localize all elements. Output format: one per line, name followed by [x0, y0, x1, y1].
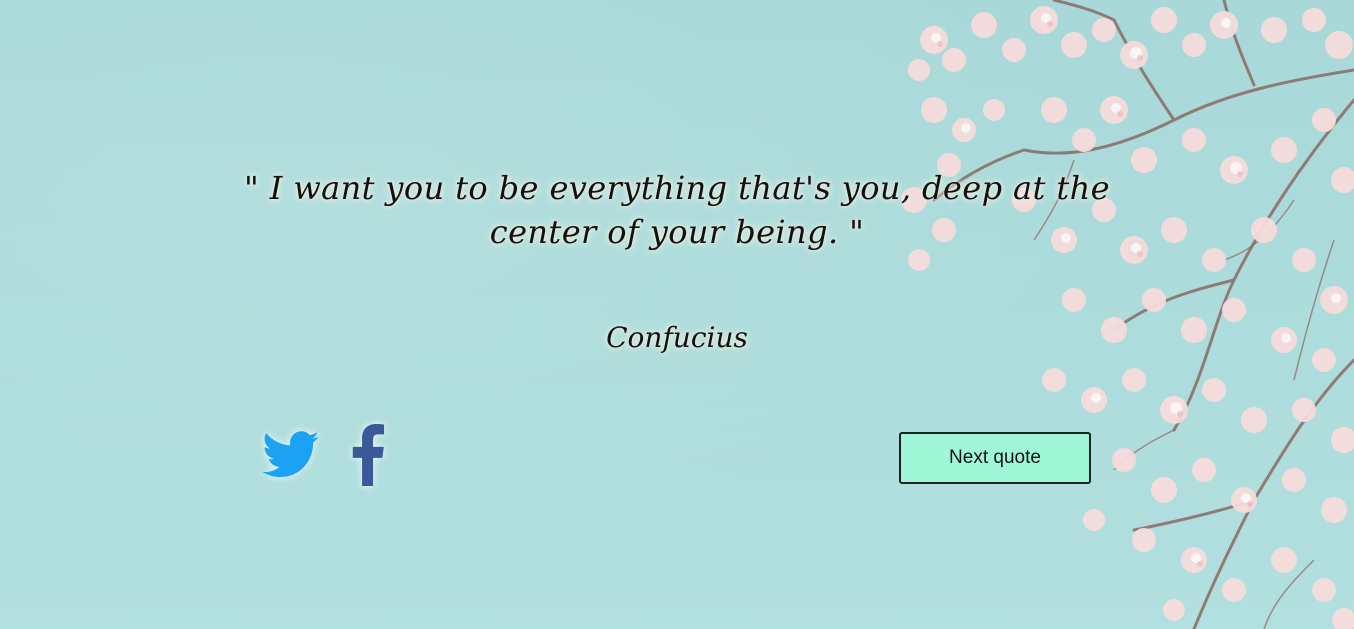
quote-text: " I want you to be everything that's you… [244, 169, 1110, 251]
next-quote-button[interactable]: Next quote [899, 432, 1091, 484]
quote-author: Confucius [606, 321, 748, 354]
share-links [262, 424, 386, 490]
quote-container: " I want you to be everything that's you… [240, 166, 1114, 254]
twitter-share-link[interactable] [262, 431, 320, 483]
facebook-icon [352, 424, 385, 486]
cherry-blossom-image [874, 0, 1354, 629]
facebook-share-link[interactable] [350, 424, 386, 490]
twitter-icon [262, 431, 319, 478]
